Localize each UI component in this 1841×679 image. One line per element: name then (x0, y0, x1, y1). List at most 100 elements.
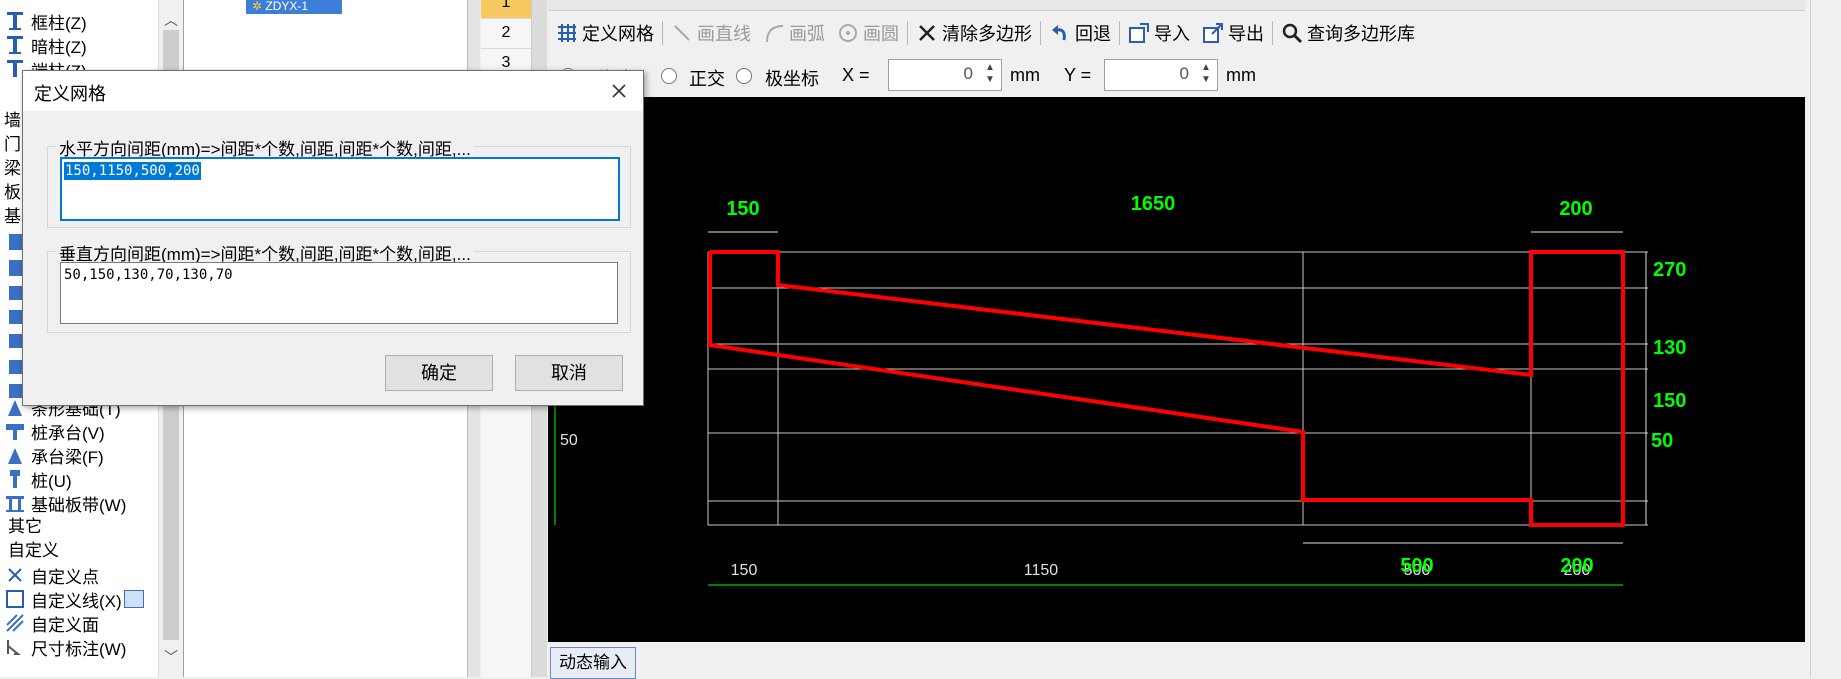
clear-polygon-button[interactable]: 清除多边形 (910, 16, 1038, 50)
dim-label-top: 200 (1559, 198, 1592, 220)
coordinate-bar: 不偏移 正交 极坐标 X = 0 ▲▼ mm Y = 0 ▲▼ mm (550, 58, 1808, 96)
tab-strip (548, 0, 1805, 11)
tree-item-slab[interactable]: 板 (4, 178, 21, 202)
tree-item-custom-line[interactable]: 自定义线(X) (4, 587, 144, 611)
tree-item-custom-point[interactable]: 自定义点 (4, 563, 99, 587)
tree-item-custom-face[interactable]: 自定义面 (4, 611, 99, 635)
dimension-lines (554, 231, 1647, 586)
ortho-radio[interactable] (661, 68, 677, 84)
polar-radio[interactable] (736, 68, 752, 84)
undo-button[interactable]: 回退 (1043, 16, 1117, 50)
dim-label-right: 50 (1651, 430, 1673, 452)
toolbar-separator (1272, 21, 1273, 45)
foundation-strip-icon (4, 492, 26, 514)
draw-circle-button[interactable]: 画圆 (831, 16, 905, 50)
dim-label-bottom-green: 200 (1560, 555, 1593, 577)
ok-button[interactable]: 确定 (385, 355, 493, 391)
category-other[interactable]: 其它 (8, 515, 42, 539)
tree-item-door[interactable]: 门 (4, 130, 21, 154)
scroll-down-icon[interactable]: ﹀ (159, 645, 183, 669)
draw-line-button[interactable]: 画直线 (665, 16, 757, 50)
right-panel-edge (1810, 0, 1841, 677)
dim-label-bottom-green: 500 (1400, 555, 1433, 577)
dim-label-top: 150 (726, 198, 759, 220)
line-icon (671, 22, 693, 44)
custom-point-icon (4, 564, 26, 586)
toolbar-separator (662, 21, 663, 45)
spin-arrows-icon[interactable]: ▲ ▼ (983, 62, 997, 86)
y-label: Y = (1064, 65, 1092, 85)
ortho-label: 正交 (689, 69, 725, 89)
query-polygon-library-button[interactable]: 查询多边形库 (1275, 16, 1421, 50)
grid-icon (556, 22, 578, 44)
dim-label-right: 130 (1653, 337, 1686, 359)
selected-node[interactable]: ✲ ZDYX-1 (246, 0, 342, 14)
row-number[interactable]: 2 (481, 18, 531, 49)
dialog-title: 定义网格 (34, 84, 106, 104)
drawing-svg[interactable]: 150 1650 200 150 1150 500 200 500 200 70… (548, 97, 1805, 642)
tree-item-pile[interactable]: 桩(U) (4, 467, 72, 491)
x-input[interactable]: 0 ▲ ▼ (888, 59, 1002, 91)
scroll-up-icon[interactable]: ︿ (159, 8, 183, 32)
dim-label-right: 270 (1653, 259, 1686, 281)
pile-icon (4, 468, 26, 490)
dim-label-bottom: 1150 (1024, 562, 1059, 579)
x-label: X = (842, 65, 870, 85)
arc-icon (763, 22, 785, 44)
y-unit: mm (1226, 65, 1256, 85)
custom-line-icon (4, 588, 26, 610)
pile-cap-icon (4, 420, 26, 442)
polygon-outline[interactable] (708, 250, 1625, 527)
spin-arrows-icon[interactable]: ▲ ▼ (1199, 62, 1213, 86)
tree-item-beam[interactable]: 梁 (4, 154, 21, 178)
custom-face-icon (4, 612, 26, 634)
tree-item-pile-cap[interactable]: 桩承台(V) (4, 419, 105, 443)
toolbar-separator (1119, 21, 1120, 45)
tree-item-frame-column[interactable]: 框柱(Z) (4, 9, 87, 33)
cap-beam-icon (4, 444, 26, 466)
x-unit: mm (1010, 65, 1040, 85)
define-grid-button[interactable]: 定义网格 (550, 16, 660, 50)
drawing-canvas[interactable]: 150 1650 200 150 1150 500 200 500 200 70… (548, 97, 1805, 642)
undo-icon (1049, 22, 1071, 44)
polar-label: 极坐标 (765, 69, 819, 89)
y-input[interactable]: 0 ▲ ▼ (1104, 59, 1218, 91)
define-grid-dialog: 定义网格 水平方向间距(mm)=>间距*个数,间距,间距*个数,间距,... 1… (22, 70, 644, 406)
toolbar-separator (907, 21, 908, 45)
import-icon (1128, 22, 1150, 44)
import-button[interactable]: 导入 (1122, 16, 1196, 50)
tree-item-hidden-column[interactable]: 暗柱(Z) (4, 33, 87, 57)
tree-item-foundation-strip[interactable]: 基础板带(W) (4, 491, 126, 515)
dynamic-input-button[interactable]: 动态输入 (550, 647, 636, 679)
clear-x-icon (916, 22, 938, 44)
editor-toolbar: 定义网格 画直线 画弧 画圆 清除多边形 回退 导入 导出 查询多边形库 (550, 12, 1808, 54)
row-number[interactable]: 1 (481, 0, 531, 19)
circle-icon (837, 22, 859, 44)
tree-item-cap-beam[interactable]: 承台梁(F) (4, 443, 104, 467)
selection-marker-icon (123, 590, 144, 608)
dim-label-top: 1650 (1131, 193, 1176, 215)
dialog-title-bar[interactable]: 定义网格 (23, 71, 643, 111)
column-icon (4, 34, 26, 56)
node-gear-icon: ✲ (252, 0, 263, 13)
tree-item-foundation[interactable]: 基 (4, 202, 21, 226)
search-icon (1281, 22, 1303, 44)
close-icon[interactable] (605, 77, 633, 105)
export-icon (1202, 22, 1224, 44)
tree-item-wall[interactable]: 墙 (4, 106, 21, 130)
column-icon (4, 10, 26, 32)
draw-arc-button[interactable]: 画弧 (757, 16, 831, 50)
horizontal-spacing-group: 水平方向间距(mm)=>间距*个数,间距,间距*个数,间距,... 150,11… (47, 135, 631, 228)
vertical-spacing-group: 垂直方向间距(mm)=>间距*个数,间距,间距*个数,间距,... 50,150… (47, 240, 631, 333)
toolbar-separator (1040, 21, 1041, 45)
dimension-icon (4, 636, 26, 658)
category-custom[interactable]: 自定义 (8, 539, 59, 563)
dim-label-bottom: 150 (731, 562, 758, 579)
dim-label-right: 150 (1653, 390, 1686, 412)
cancel-button[interactable]: 取消 (515, 355, 623, 391)
vertical-spacing-input[interactable]: 50,150,130,70,130,70 (60, 262, 618, 324)
horizontal-spacing-input[interactable]: 150,1150,500,200 (60, 157, 620, 221)
tree-item-dimension[interactable]: 尺寸标注(W) (4, 635, 126, 659)
export-button[interactable]: 导出 (1196, 16, 1270, 50)
dim-label-left: 50 (560, 432, 578, 449)
